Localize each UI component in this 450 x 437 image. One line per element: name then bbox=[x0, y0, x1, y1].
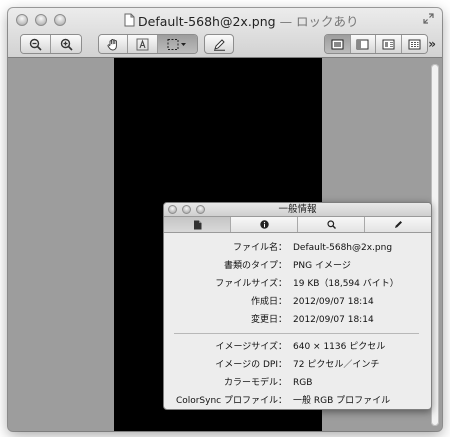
info-label: ファイル名： bbox=[232, 243, 287, 253]
rect-select-icon bbox=[167, 38, 187, 50]
info-value: 2012/09/07 18:14 bbox=[293, 315, 374, 325]
vertical-scrollbar[interactable] bbox=[431, 64, 439, 426]
window-title: Default-568h@2x.png — ロックあり bbox=[138, 11, 359, 30]
info-row: ColorSync プロファイル： 一般 RGB プロファイル bbox=[164, 392, 431, 409]
preview-window: Default-568h@2x.png — ロックあり » 一般情報 ファイル名… bbox=[8, 8, 442, 431]
tab-annotations[interactable] bbox=[365, 217, 431, 232]
title-separator: — bbox=[275, 14, 297, 29]
toolbar-overflow-button[interactable]: » bbox=[428, 37, 436, 51]
info-row: ファイル名： Default-568h@2x.png bbox=[164, 239, 431, 257]
info-label: 変更日： bbox=[250, 315, 287, 325]
annotate-icon bbox=[213, 38, 225, 51]
inspector-title-bar: 一般情報 bbox=[164, 203, 431, 217]
contact-sheet-icon bbox=[408, 39, 421, 49]
zoom-out-icon bbox=[29, 38, 42, 51]
contact-sheet-button[interactable] bbox=[401, 35, 427, 53]
pen-icon bbox=[394, 221, 402, 228]
text-select-button[interactable] bbox=[128, 35, 158, 53]
info-row: 変更日： 2012/09/07 18:14 bbox=[164, 311, 431, 329]
text-select-icon bbox=[136, 38, 149, 50]
title-filename: Default-568h@2x.png bbox=[138, 14, 276, 29]
info-value: 2012/09/07 18:14 bbox=[293, 297, 374, 307]
sidebar-right-button[interactable] bbox=[376, 35, 402, 53]
info-icon bbox=[259, 220, 269, 229]
sidebar-right-icon bbox=[382, 39, 395, 49]
info-value: 19 KB（18,594 バイト） bbox=[293, 279, 399, 289]
tab-search[interactable] bbox=[298, 217, 365, 232]
zoom-out-button[interactable] bbox=[21, 35, 52, 53]
info-label: イメージサイズ： bbox=[215, 342, 287, 352]
info-label: ファイルサイズ： bbox=[215, 279, 287, 289]
info-value: RGB bbox=[293, 378, 313, 388]
info-row: 書類のタイプ： PNG イメージ bbox=[164, 257, 431, 275]
annotate-button[interactable] bbox=[204, 34, 234, 54]
info-row: イメージの DPI： 72 ピクセル／インチ bbox=[164, 356, 431, 374]
rect-select-button[interactable] bbox=[157, 35, 197, 53]
tool-segment bbox=[98, 34, 198, 54]
tab-general-info[interactable] bbox=[164, 217, 231, 232]
info-value: Default-568h@2x.png bbox=[293, 243, 393, 253]
tab-more-info[interactable] bbox=[231, 217, 298, 232]
single-page-icon bbox=[331, 39, 344, 49]
info-row: カラーモデル： RGB bbox=[164, 374, 431, 392]
info-row: ファイルサイズ： 19 KB（18,594 バイト） bbox=[164, 275, 431, 293]
single-page-button[interactable] bbox=[325, 35, 351, 53]
hand-tool-button[interactable] bbox=[99, 35, 129, 53]
minimize-button[interactable] bbox=[35, 14, 47, 26]
inspector-title: 一般情報 bbox=[278, 204, 317, 215]
fullscreen-icon[interactable] bbox=[423, 13, 434, 24]
view-segment bbox=[324, 34, 428, 54]
title-lock-status: ロックあり bbox=[296, 14, 359, 29]
info-label: 書類のタイプ： bbox=[223, 261, 287, 271]
info-value: 一般 RGB プロファイル bbox=[293, 396, 391, 406]
zoom-button[interactable] bbox=[54, 14, 66, 26]
inspector-tabs bbox=[164, 217, 431, 233]
zoom-segment bbox=[20, 34, 82, 54]
sidebar-button[interactable] bbox=[350, 35, 376, 53]
inspector-panel: 一般情報 ファイル名： Default-568h@2x.png 書類のタイプ： … bbox=[163, 202, 432, 410]
info-value: 72 ピクセル／インチ bbox=[293, 360, 380, 370]
info-row: イメージサイズ： 640 × 1136 ピクセル bbox=[164, 338, 431, 356]
zoom-in-button[interactable] bbox=[51, 35, 81, 53]
search-icon bbox=[326, 220, 336, 229]
title-bar: Default-568h@2x.png — ロックあり » bbox=[8, 8, 442, 58]
info-value: PNG イメージ bbox=[293, 261, 351, 271]
zoom-in-icon bbox=[60, 38, 73, 51]
hand-icon bbox=[107, 38, 117, 50]
general-info-icon bbox=[193, 220, 201, 229]
info-label: 作成日： bbox=[250, 297, 287, 307]
info-row: 作成日： 2012/09/07 18:14 bbox=[164, 293, 431, 311]
info-label: イメージの DPI： bbox=[215, 360, 287, 370]
close-button[interactable] bbox=[16, 14, 28, 26]
info-label: ColorSync プロファイル： bbox=[175, 396, 287, 406]
sidebar-icon bbox=[356, 39, 369, 49]
document-icon bbox=[124, 13, 135, 27]
info-label: カラーモデル： bbox=[223, 378, 287, 388]
info-value: 640 × 1136 ピクセル bbox=[293, 342, 386, 352]
info-divider bbox=[174, 333, 419, 334]
